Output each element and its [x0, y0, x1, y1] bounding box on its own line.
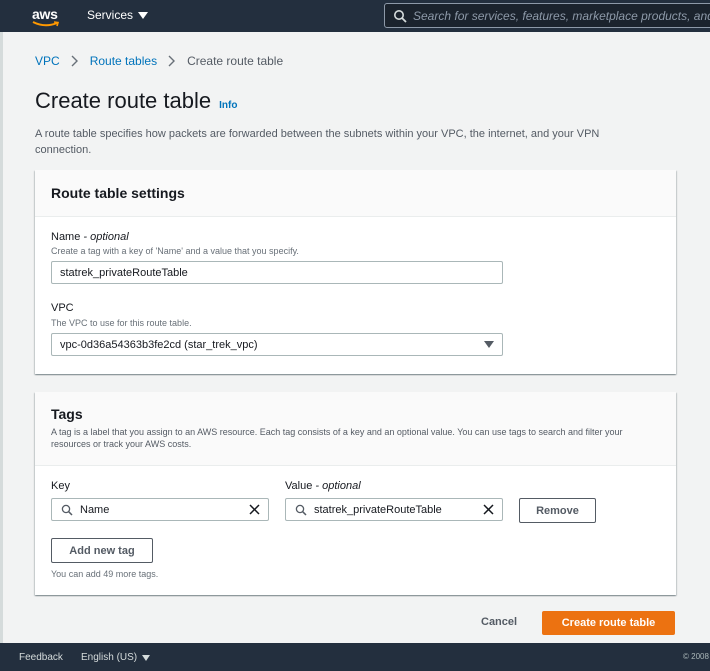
value-label-text: Value [285, 480, 313, 492]
settings-panel-title: Route table settings [51, 185, 185, 201]
search-placeholder: Search for services, features, marketpla… [413, 8, 710, 23]
tags-panel-header: Tags A tag is a label that you assign to… [35, 392, 676, 466]
chevron-right-icon [71, 55, 78, 67]
caret-down-icon [142, 654, 151, 661]
aws-logo[interactable]: aws [30, 4, 62, 28]
add-new-tag-button[interactable]: Add new tag [51, 538, 153, 563]
cancel-button[interactable]: Cancel [481, 616, 517, 628]
tags-description: A tag is a label that you assign to an A… [51, 427, 623, 449]
footer: Feedback English (US) © 2008 [0, 643, 710, 671]
caret-down-icon [138, 11, 149, 19]
vpc-select-value: vpc-0d36a54363b3fe2cd (star_trek_vpc) [60, 338, 258, 351]
tags-panel-title: Tags [51, 406, 83, 422]
top-nav: aws Services Search for services, featur… [0, 0, 710, 32]
page-description: A route table specifies how packets are … [35, 128, 600, 156]
tags-remaining: You can add 49 more tags. [51, 569, 159, 579]
tag-key-input[interactable]: Name [51, 498, 269, 521]
create-route-table-button[interactable]: Create route table [542, 611, 675, 635]
clear-icon[interactable] [249, 504, 260, 515]
aws-logo-text: aws [32, 6, 58, 22]
search-icon [61, 504, 73, 516]
breadcrumb-route-tables[interactable]: Route tables [90, 54, 157, 68]
value-label: Value - optional [285, 480, 361, 492]
services-menu[interactable]: Services [87, 8, 149, 22]
clear-icon[interactable] [483, 504, 494, 515]
name-input[interactable]: statrek_privateRouteTable [51, 261, 503, 284]
name-help: Create a tag with a key of 'Name' and a … [51, 246, 299, 256]
search-icon [295, 504, 307, 516]
vpc-help: The VPC to use for this route table. [51, 318, 192, 328]
breadcrumb: VPC Route tables Create route table [35, 54, 283, 68]
breadcrumb-current: Create route table [187, 54, 284, 68]
info-link[interactable]: Info [219, 100, 237, 111]
name-optional: - optional [83, 231, 129, 243]
vpc-label: VPC [51, 302, 74, 314]
language-selector[interactable]: English (US) [81, 652, 151, 663]
caret-down-icon [484, 341, 494, 348]
page-header: Create route table Info [35, 88, 237, 114]
vpc-select[interactable]: vpc-0d36a54363b3fe2cd (star_trek_vpc) [51, 333, 503, 356]
services-label: Services [87, 8, 134, 22]
value-optional: - optional [315, 480, 361, 492]
language-label: English (US) [81, 652, 138, 663]
feedback-link[interactable]: Feedback [19, 652, 63, 663]
copyright: © 2008 [683, 652, 709, 661]
name-label: Name - optional [51, 231, 129, 243]
settings-panel-header: Route table settings [35, 170, 676, 217]
aws-smile-icon [32, 21, 60, 27]
tag-value-input[interactable]: statrek_privateRouteTable [285, 498, 503, 521]
tags-panel: Tags A tag is a label that you assign to… [35, 392, 676, 595]
page-title: Create route table [35, 88, 212, 113]
chevron-right-icon [168, 55, 176, 67]
search-icon [394, 10, 407, 23]
route-table-settings-panel: Route table settings Name - optional Cre… [35, 170, 676, 374]
name-label-text: Name [51, 231, 81, 243]
global-search-input[interactable]: Search for services, features, marketpla… [384, 3, 710, 28]
breadcrumb-vpc[interactable]: VPC [35, 54, 60, 68]
name-input-value: statrek_privateRouteTable [60, 266, 188, 279]
side-nav-edge [0, 32, 3, 643]
key-label: Key [51, 480, 70, 492]
tag-value-value: statrek_privateRouteTable [314, 503, 442, 516]
tag-key-value: Name [80, 503, 110, 516]
remove-tag-button[interactable]: Remove [519, 498, 596, 523]
